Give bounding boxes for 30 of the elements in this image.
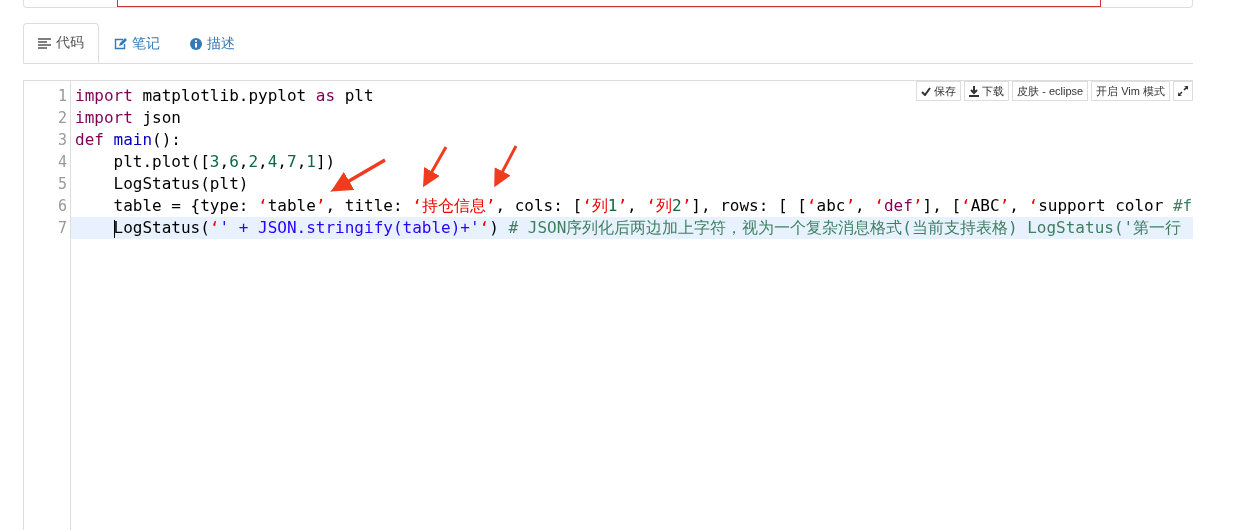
code-line: LogStatus(‘' + JSON.stringify(table)+'‘) # JSON序列化后两边加上字符，视为一个复杂消息格式(当前支持表格) LogStatus('第一行 [112,217,1182,239]
toolbar-button[interactable]: 皮肤 - eclipse [1012,81,1089,101]
code-line: def main(): [75,129,181,151]
toolbar-button[interactable]: 保存 [916,81,962,101]
annotation-arrow [330,158,386,192]
code-line: table = {type: ‘table’, title: ‘持仓信息’, cols: [‘列1’, ‘列2’], rows: [ [‘abc’, ‘def’], [‘ABC’, ‘support color #f [112,195,1193,217]
code-line: LogStatus(plt) [112,173,249,195]
list-icon [38,37,51,49]
toolbar-button[interactable]: 开启 Vim 模式 [1091,81,1170,101]
tab[interactable]: 代码 [23,23,99,63]
download-icon [969,85,980,97]
code-line: plt.plot([3,6,2,4,7,1]) [112,151,336,173]
line-number: 1 [56,86,68,107]
text-cursor [113,219,115,238]
info-icon [190,37,202,50]
edit-icon [114,37,127,50]
code-line: import matplotlib.pyplot as plt [75,85,374,107]
expand-icon [1178,86,1188,96]
line-number: 7 [56,218,68,239]
check-icon [921,86,932,96]
line-number: 5 [56,174,68,195]
line-number: 6 [56,196,68,217]
annotation-arrow [423,146,448,188]
line-number: 4 [56,152,68,173]
toolbar-button[interactable]: 下载 [964,81,1010,101]
code-line: import json [75,107,181,129]
expand-button[interactable] [1173,81,1193,101]
line-number: 2 [56,108,68,129]
line-number: 3 [56,130,68,151]
annotation-arrow [494,145,518,188]
